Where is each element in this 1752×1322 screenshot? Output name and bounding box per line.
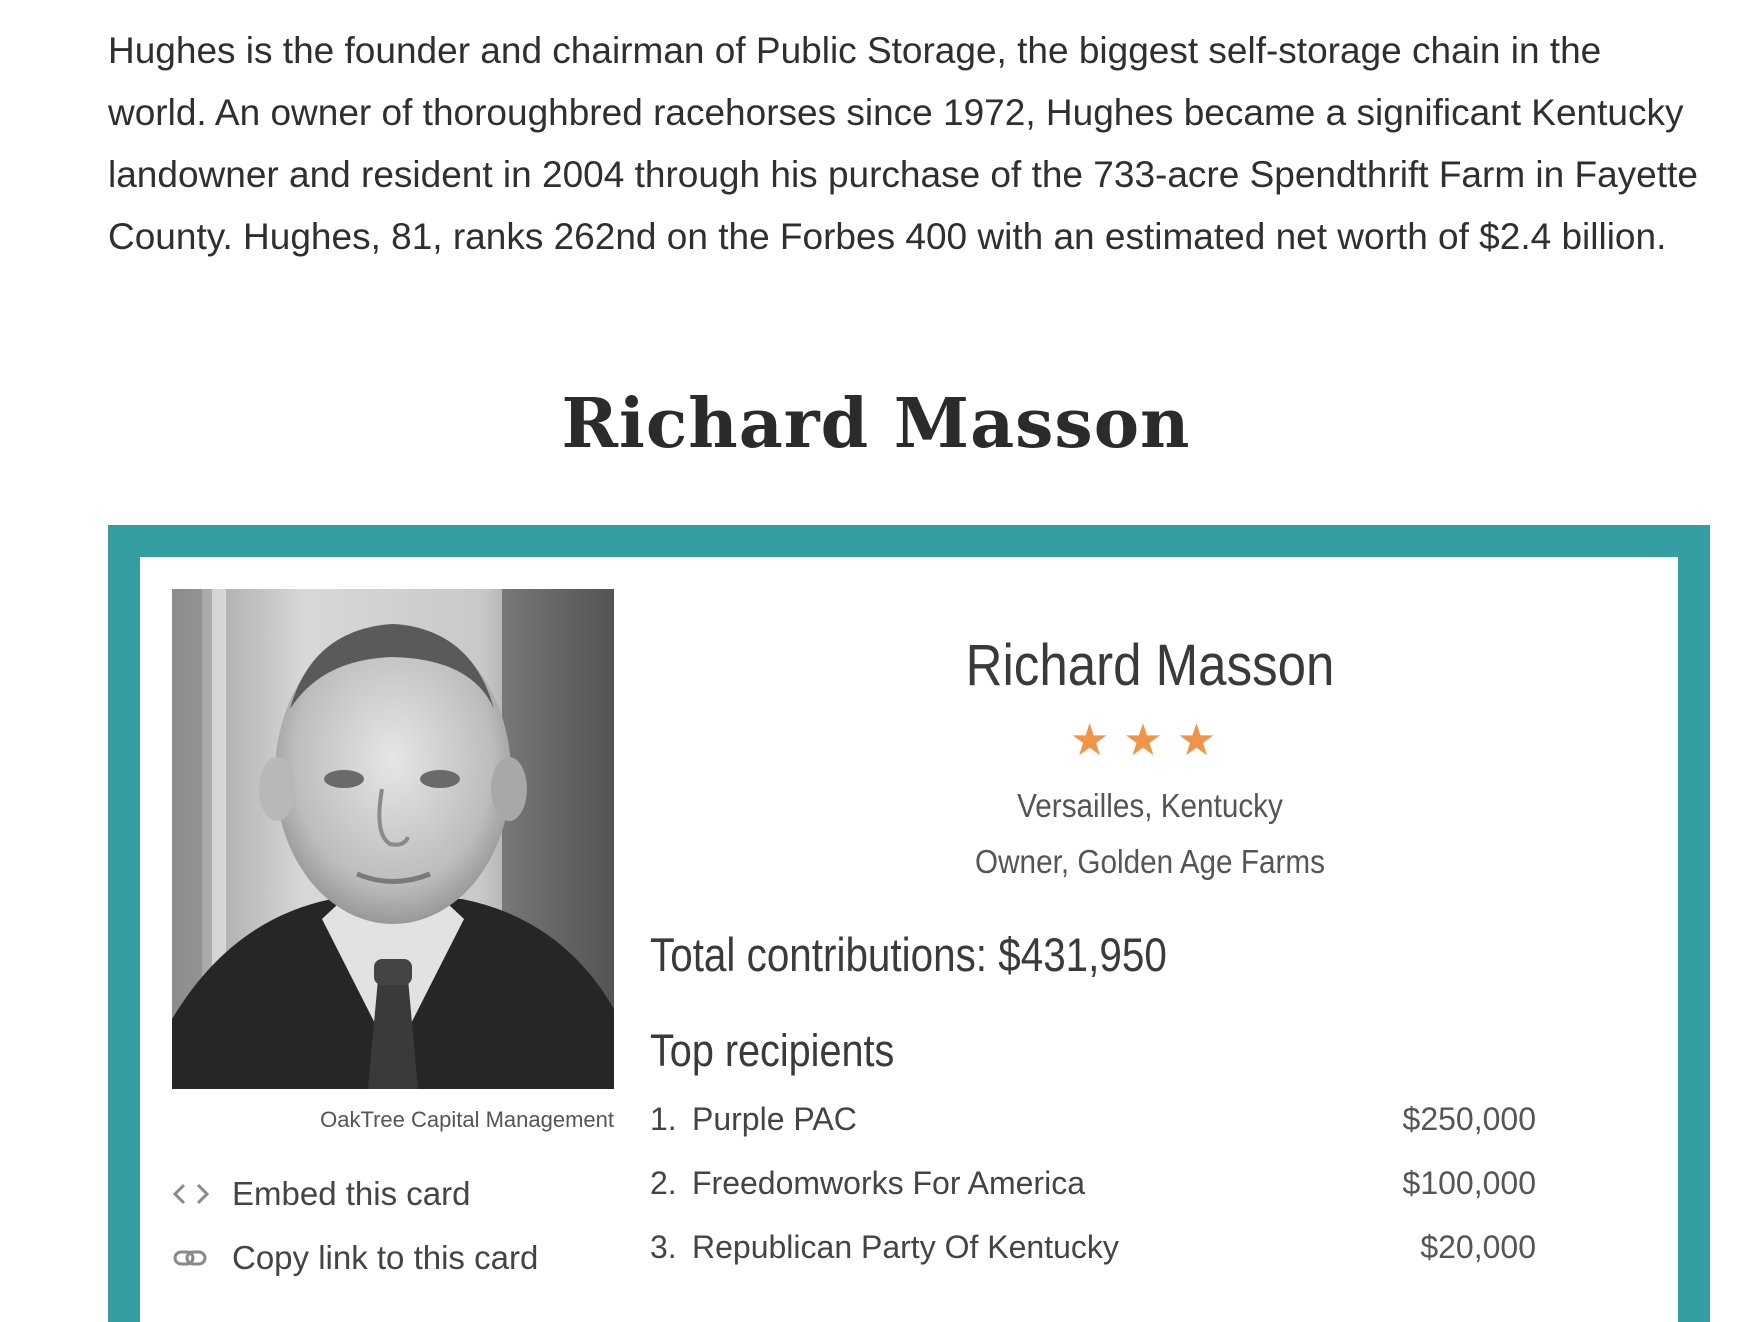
- photo-credit: OakTree Capital Management: [320, 1107, 614, 1132]
- list-item: 2. Freedomworks For America $100,000: [650, 1165, 1536, 1229]
- copy-link-button[interactable]: Copy link to this card: [172, 1239, 538, 1277]
- copy-link-label: Copy link to this card: [232, 1239, 539, 1276]
- section-heading: Richard Masson: [561, 384, 1191, 464]
- recipient-rank: 1.: [650, 1101, 677, 1137]
- portrait-photo: [172, 589, 614, 1089]
- donor-card: OakTree Capital Management Embed this ca…: [140, 557, 1678, 1322]
- list-item: 3. Republican Party Of Kentucky $20,000: [650, 1229, 1536, 1293]
- donor-occupation: Owner, Golden Age Farms: [975, 843, 1325, 880]
- star-rating: ★★★: [1069, 716, 1231, 765]
- embed-card-label: Embed this card: [232, 1175, 471, 1212]
- donor-location: Versailles, Kentucky: [1017, 787, 1283, 824]
- embed-card-button[interactable]: Embed this card: [172, 1175, 470, 1213]
- recipient-amount: $250,000: [1402, 1101, 1536, 1137]
- link-icon: [172, 1243, 210, 1273]
- recipient-name: Republican Party Of Kentucky: [692, 1229, 1119, 1265]
- recipient-name: Freedomworks For America: [692, 1165, 1085, 1201]
- total-contributions: Total contributions: $431,950: [650, 928, 1167, 981]
- list-item: 1. Purple PAC $250,000: [650, 1101, 1536, 1165]
- recipient-amount: $100,000: [1402, 1165, 1536, 1201]
- top-recipients-heading: Top recipients: [650, 1025, 895, 1076]
- recipient-rank: 2.: [650, 1165, 677, 1201]
- recipient-rank: 3.: [650, 1229, 677, 1265]
- donor-card-frame: OakTree Capital Management Embed this ca…: [108, 525, 1710, 1322]
- code-icon: [172, 1179, 210, 1209]
- recipient-amount: $20,000: [1420, 1229, 1536, 1265]
- intro-paragraph: Hughes is the founder and chairman of Pu…: [108, 30, 1698, 257]
- donor-name: Richard Masson: [965, 633, 1335, 698]
- recipients-list: 1. Purple PAC $250,000 2. Freedomworks F…: [650, 1101, 1536, 1293]
- recipient-name: Purple PAC: [692, 1101, 857, 1137]
